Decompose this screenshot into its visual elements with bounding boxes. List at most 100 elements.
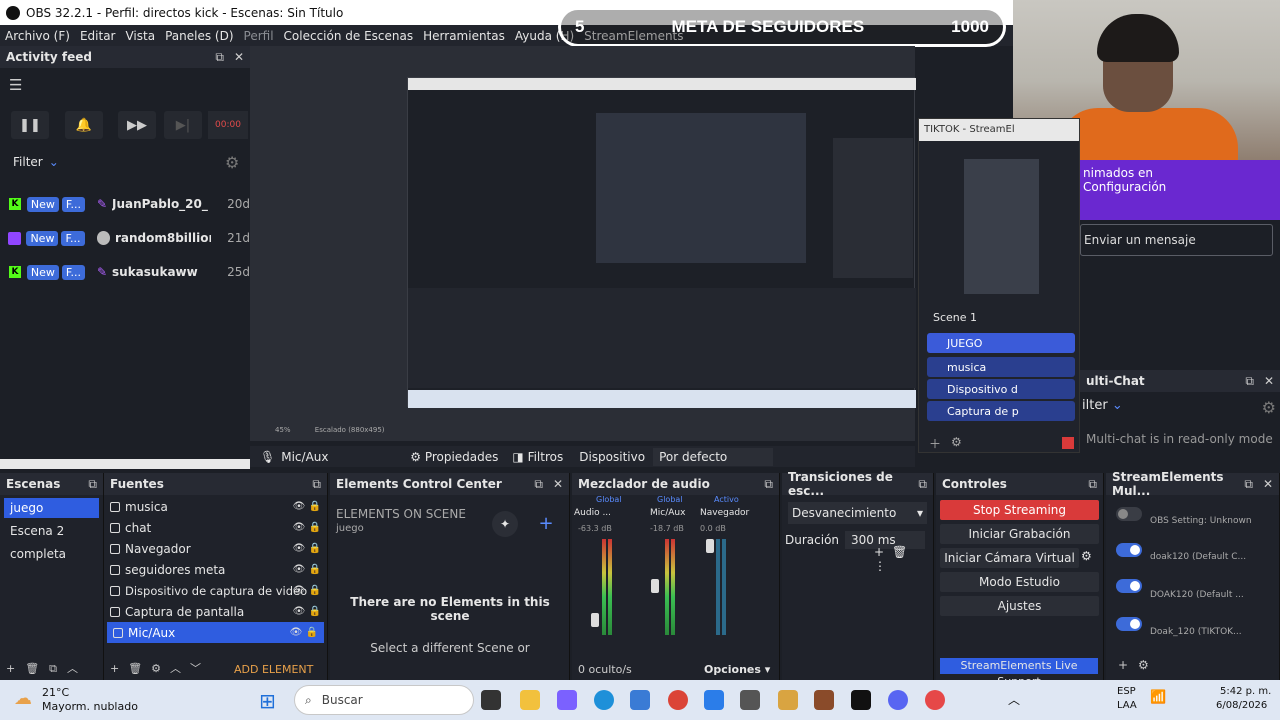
fast-forward-icon[interactable]: ▶▶: [118, 111, 156, 139]
app-icon[interactable]: [740, 690, 760, 710]
settings-button[interactable]: Ajustes: [940, 596, 1099, 616]
edge-icon[interactable]: [594, 690, 614, 710]
close-icon[interactable]: ✕: [1264, 374, 1274, 389]
bell-icon[interactable]: 🔔: [65, 111, 103, 139]
chrome-icon[interactable]: [668, 690, 688, 710]
horizontal-scrollbar[interactable]: [0, 459, 250, 469]
source-toolbar[interactable]: +🗑⚙︿﹀: [110, 660, 210, 676]
mixer-tab[interactable]: Global: [596, 495, 622, 504]
transition-toolbar[interactable]: +🗑⋮: [874, 545, 933, 573]
multistream-toggle[interactable]: [1116, 617, 1142, 631]
filter-dropdown[interactable]: Filter ⌄: [13, 155, 59, 169]
stop-streaming-button[interactable]: Stop Streaming: [940, 500, 1099, 520]
float-icon[interactable]: ⧉: [215, 50, 224, 65]
menu-perfil[interactable]: Perfil: [239, 29, 279, 43]
menu-editar[interactable]: Editar: [75, 29, 121, 43]
weather-temp[interactable]: 21°C: [42, 686, 69, 699]
scene-item-juego[interactable]: juego: [4, 498, 99, 518]
feed-item[interactable]: K New F... ✎ JuanPablo_20_ 20d: [0, 189, 250, 219]
elements-dock: Elements Control Center ⧉ ✕ ELEMENTS ON SC…: [330, 473, 570, 680]
scene-item-captura[interactable]: Captura de p: [927, 401, 1075, 421]
weather-desc[interactable]: Mayorm. nublado: [42, 700, 138, 713]
app-icon[interactable]: [704, 690, 724, 710]
scene-item-escena-2[interactable]: Escena 2: [4, 521, 99, 541]
pause-icon[interactable]: ❚❚: [11, 111, 49, 139]
gear-icon[interactable]: ⚙: [1081, 549, 1092, 563]
source-item[interactable]: Dispositivo de captura de video 👁 🔒: [104, 580, 327, 601]
channel-name[interactable]: Mic/Aux: [650, 508, 685, 518]
chat-message-input[interactable]: Enviar un mensaje: [1080, 224, 1273, 256]
store-icon[interactable]: [630, 690, 650, 710]
mixer-options[interactable]: Opciones ▾: [704, 663, 770, 676]
scene-item-juego[interactable]: JUEGO: [927, 333, 1075, 353]
channel-name[interactable]: Audio ...: [574, 508, 611, 518]
add-icon[interactable]: +: [533, 511, 559, 537]
hamburger-menu-icon[interactable]: ☰: [9, 76, 22, 94]
menu-vista[interactable]: Vista: [120, 29, 160, 43]
volume-slider[interactable]: [591, 613, 599, 627]
program-preview[interactable]: [250, 46, 916, 441]
clock-date[interactable]: 6/08/2026: [1216, 700, 1267, 711]
gear-icon[interactable]: ⚙: [951, 435, 962, 449]
discord-icon[interactable]: [888, 690, 908, 710]
skip-icon[interactable]: ▶|: [164, 111, 202, 139]
gear-icon[interactable]: ⚙: [1262, 398, 1276, 417]
source-item[interactable]: Captura de pantalla 👁 🔒: [104, 601, 327, 622]
studio-mode-button[interactable]: Modo Estudio: [940, 572, 1099, 592]
filters-button[interactable]: ◨ Filtros: [508, 450, 567, 464]
gear-icon[interactable]: ⚙: [225, 153, 239, 172]
live-support-button[interactable]: StreamElements Live Support: [940, 658, 1098, 688]
mic-icon: 🎙: [260, 449, 276, 464]
scene-item-completa[interactable]: completa: [4, 544, 99, 564]
menu-herramientas[interactable]: Herramientas: [418, 29, 510, 43]
multichat-filter[interactable]: ilter ⌄: [1082, 398, 1123, 417]
sparkle-icon[interactable]: ✦: [492, 511, 518, 537]
source-item[interactable]: seguidores meta 👁 🔒: [104, 559, 327, 580]
clock-time[interactable]: 5:42 p. m.: [1220, 686, 1271, 697]
feed-item[interactable]: New F... random8billior 21d: [0, 223, 250, 253]
source-item[interactable]: Mic/Aux 👁 🔒: [107, 622, 324, 643]
volume-slider[interactable]: [706, 539, 714, 553]
close-icon[interactable]: ✕: [234, 50, 244, 65]
tray-chevron-icon[interactable]: ︿: [1008, 691, 1020, 708]
feed-item[interactable]: K New F... ✎ sukasukaww 25d: [0, 257, 250, 287]
taskbar-search[interactable]: ⌕ Buscar: [294, 685, 474, 715]
channel-name[interactable]: Navegador: [700, 508, 749, 518]
source-item[interactable]: chat 👁 🔒: [104, 517, 327, 538]
menu-coleccion[interactable]: Colección de Escenas: [279, 29, 419, 43]
virtual-camera-button[interactable]: Iniciar Cámara Virtual: [940, 548, 1079, 568]
file-explorer-icon[interactable]: [520, 690, 540, 710]
windows-start-icon[interactable]: ⊞: [259, 689, 276, 713]
copilot-icon[interactable]: [557, 690, 577, 710]
multistream-toggle[interactable]: [1116, 507, 1142, 521]
add-element-button[interactable]: ADD ELEMENT: [234, 663, 313, 676]
source-item[interactable]: musica 👁 🔒: [104, 496, 327, 517]
source-item[interactable]: Navegador 👁 🔒: [104, 538, 327, 559]
properties-button[interactable]: ⚙ Propiedades: [406, 450, 502, 464]
record-icon[interactable]: [1062, 437, 1074, 449]
start-recording-button[interactable]: Iniciar Grabación: [940, 524, 1099, 544]
device-select[interactable]: Por defecto: [653, 447, 774, 466]
app-icon[interactable]: [814, 690, 834, 710]
mixer-tab[interactable]: Global: [657, 495, 683, 504]
language-1[interactable]: ESP: [1117, 686, 1136, 697]
mixer-tab[interactable]: Activo: [714, 495, 739, 504]
app-icon[interactable]: [778, 690, 798, 710]
scene-item-musica[interactable]: musica: [927, 357, 1075, 377]
wifi-icon[interactable]: 📶: [1150, 690, 1166, 705]
language-2[interactable]: LAA: [1117, 700, 1137, 711]
scene-toolbar[interactable]: +🗑⧉︿: [6, 660, 88, 676]
multistream-toggle[interactable]: [1116, 543, 1142, 557]
menu-paneles[interactable]: Paneles (D): [160, 29, 238, 43]
add-icon[interactable]: ＋: [929, 435, 941, 452]
obs-taskbar-icon[interactable]: [925, 690, 945, 710]
scene-item-dispositivo[interactable]: Dispositivo d: [927, 379, 1075, 399]
transition-select[interactable]: Desvanecimiento ▾: [788, 502, 927, 524]
tiktok-icon[interactable]: [851, 690, 871, 710]
multistream-toolbar[interactable]: +⚙: [1118, 658, 1159, 672]
volume-slider[interactable]: [651, 579, 659, 593]
menu-archivo[interactable]: Archivo (F): [0, 29, 75, 43]
float-icon[interactable]: ⧉: [1245, 374, 1254, 389]
task-view-icon[interactable]: [481, 690, 501, 710]
multistream-toggle[interactable]: [1116, 579, 1142, 593]
